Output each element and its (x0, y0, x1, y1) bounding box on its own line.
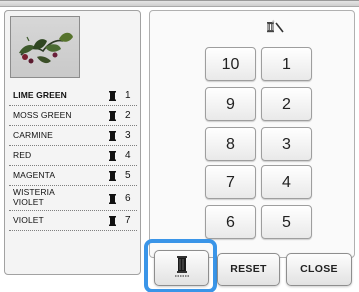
color-row-1[interactable]: LIME GREEN 1 (9, 86, 137, 106)
thread-number-button[interactable]: 1 (261, 47, 312, 81)
embroidery-preview (10, 16, 80, 78)
thread-color-screen: LIME GREEN 1 MOSS GREEN 2 CARMINE 3 RED … (0, 0, 359, 292)
color-number: 6 (125, 193, 131, 204)
color-number: 5 (125, 170, 131, 181)
color-row-5[interactable]: MAGENTA 5 (9, 166, 137, 186)
thread-number-button[interactable]: 8 (205, 127, 256, 161)
top-bar (0, 1, 359, 7)
color-row-4[interactable]: RED 4 (9, 146, 137, 166)
color-number: 2 (125, 110, 131, 121)
thread-number-button[interactable]: 3 (261, 127, 312, 161)
thread-number-button[interactable]: 10 (205, 47, 256, 81)
color-name: RED (13, 150, 32, 160)
color-list: LIME GREEN 1 MOSS GREEN 2 CARMINE 3 RED … (9, 86, 137, 231)
thread-number-button[interactable]: 7 (205, 165, 256, 199)
color-row-3[interactable]: CARMINE 3 (9, 126, 137, 146)
color-sequence-panel: LIME GREEN 1 MOSS GREEN 2 CARMINE 3 RED … (4, 10, 141, 275)
color-number: 7 (125, 215, 131, 226)
thread-number-button[interactable]: 4 (261, 165, 312, 199)
close-button[interactable]: CLOSE (286, 253, 352, 286)
spool-icon (109, 171, 116, 181)
thread-spool-button[interactable] (154, 250, 209, 286)
spool-icon (109, 216, 116, 226)
color-name: LIME GREEN (13, 90, 67, 100)
color-name: MAGENTA (13, 170, 56, 180)
color-name: VIOLET (13, 215, 44, 225)
color-number: 1 (125, 90, 131, 101)
color-row-6[interactable]: WISTERIA VIOLET 6 (9, 186, 137, 211)
thread-number-button[interactable]: 2 (261, 87, 312, 121)
magic-wand-spool-icon (267, 19, 284, 33)
spool-icon (109, 151, 116, 161)
thread-number-button[interactable]: 5 (261, 205, 312, 239)
spool-icon (109, 111, 116, 121)
spool-icon (109, 131, 116, 141)
thread-number-button[interactable]: 6 (205, 205, 256, 239)
color-name: MOSS GREEN (13, 110, 72, 120)
reset-button[interactable]: RESET (217, 253, 280, 286)
color-number: 3 (125, 130, 131, 141)
spool-icon (109, 194, 116, 204)
color-name: WISTERIA VIOLET (13, 187, 55, 207)
color-row-7[interactable]: VIOLET 7 (9, 211, 137, 231)
spool-icon (109, 91, 116, 101)
color-number: 4 (125, 150, 131, 161)
color-row-2[interactable]: MOSS GREEN 2 (9, 106, 137, 126)
color-name: CARMINE (13, 130, 53, 140)
thread-number-button[interactable]: 9 (205, 87, 256, 121)
thread-spool-icon (175, 256, 189, 277)
